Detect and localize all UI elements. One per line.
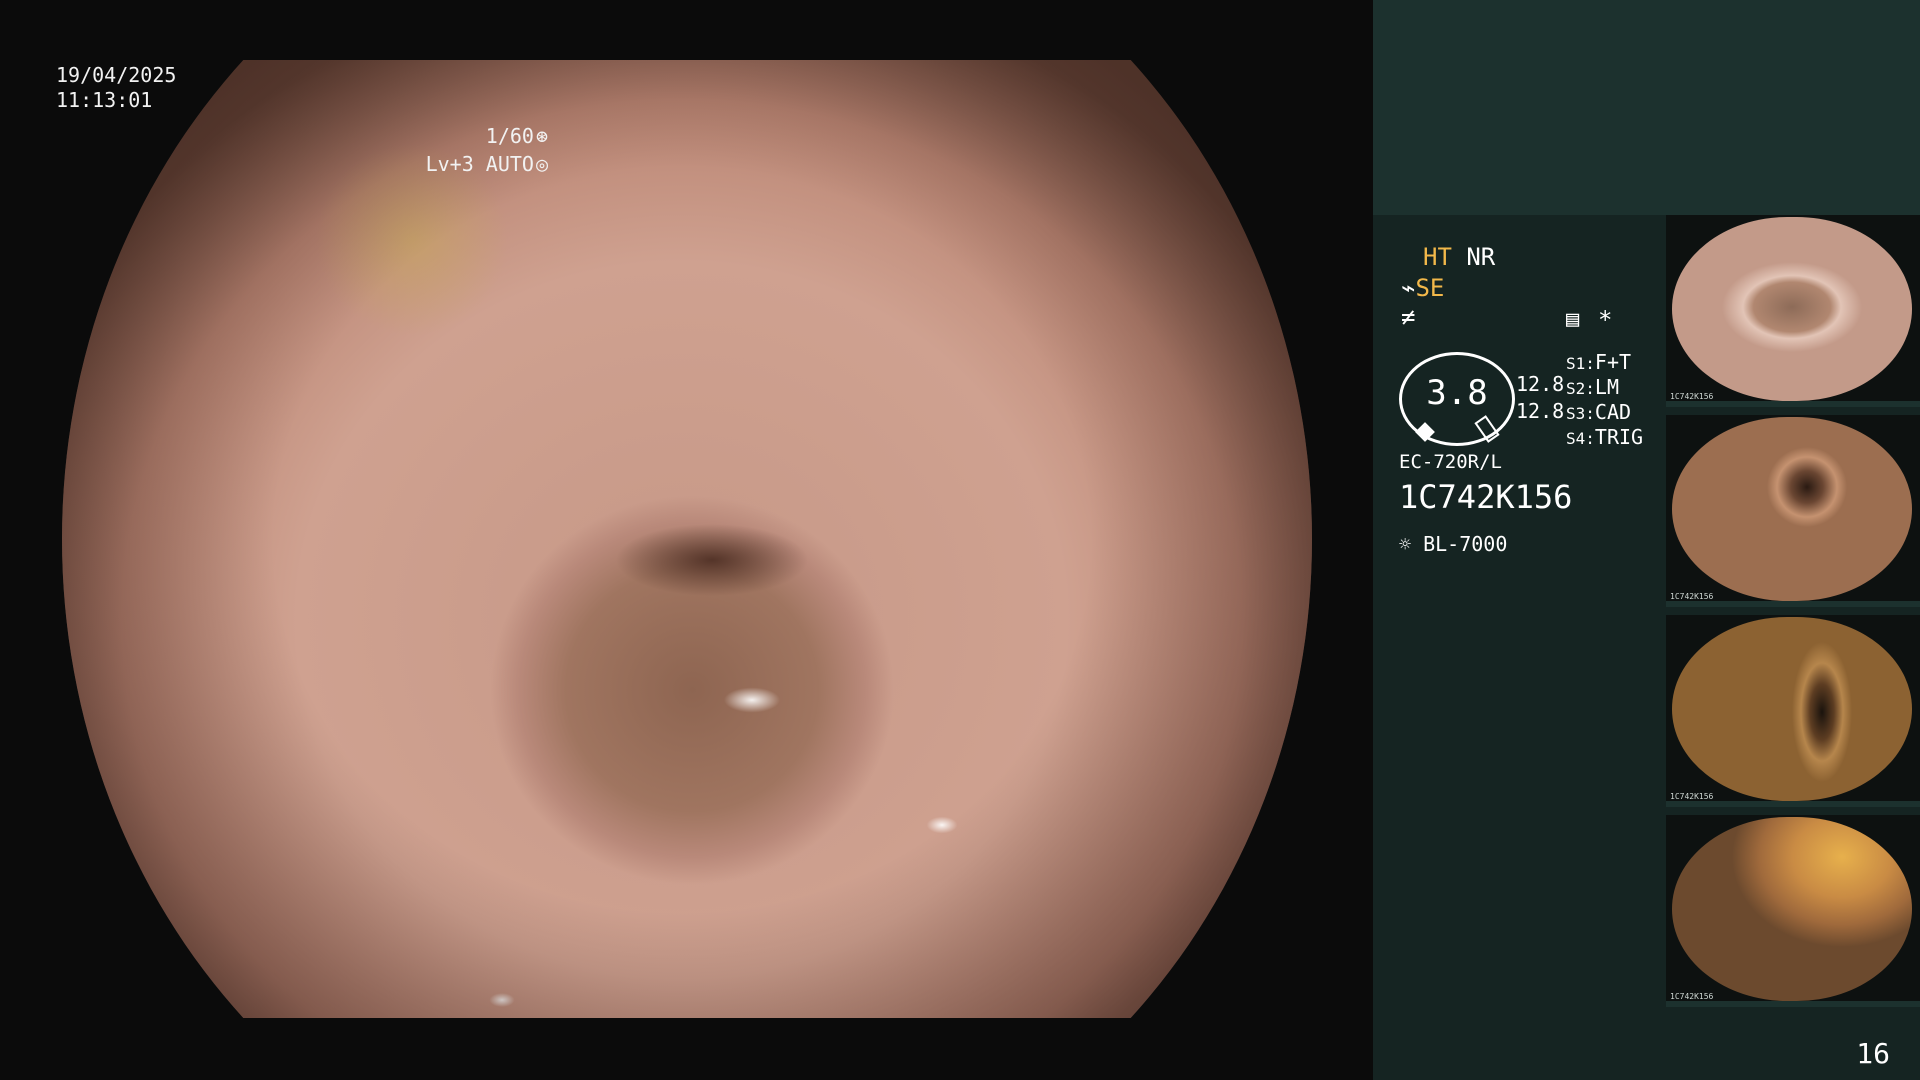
page-number: 16: [1856, 1037, 1890, 1070]
thumbnail-footer: [1666, 401, 1920, 407]
left-value-1: 12.8: [1516, 372, 1565, 396]
level-value: Lv+3 AUTO: [425, 152, 534, 176]
left-value-2: 12.8: [1516, 399, 1565, 423]
switch-label: S4:: [1566, 429, 1595, 448]
switch-label: S2:: [1566, 379, 1595, 398]
mode-se: SE: [1415, 274, 1445, 302]
thumbnail-image: [1672, 217, 1912, 401]
gauge-ring: 3.8: [1399, 352, 1515, 446]
side-panel: HT NR ⌁SE ≠ ▤ * 3.8 12.8 12.8 S1:F+T S2:…: [1373, 0, 1920, 1080]
thumbnail-footer: [1666, 601, 1920, 607]
thumbnail-image: [1672, 417, 1912, 601]
thumbnail[interactable]: 1C742K156: [1666, 415, 1920, 607]
scope-model: EC-720R/L: [1399, 451, 1502, 473]
switch-value: LM: [1594, 375, 1619, 399]
list-icon: ▤: [1566, 307, 1580, 332]
switch-label: S3:: [1566, 404, 1595, 423]
sun-icon: ☼: [1399, 532, 1412, 556]
thumbnail-footer: [1666, 1001, 1920, 1007]
thumbnail-strip: 1C742K156 1C742K156 1C742K156 1C742K156: [1666, 215, 1920, 1015]
capture-time: 11:13:01: [56, 88, 153, 112]
gauge-right-marker-icon: [1474, 415, 1500, 443]
gauge-left-marker-icon: [1415, 422, 1435, 442]
squiggle-icon: ⌁: [1401, 274, 1416, 302]
thumbnail-image: [1672, 617, 1912, 801]
thumbnail[interactable]: 1C742K156: [1666, 215, 1920, 407]
mode-ht: HT: [1423, 243, 1452, 271]
light-source-label: BL-7000: [1423, 532, 1508, 556]
mode-row-1: HT NR: [1423, 243, 1495, 271]
light-source: ☼ BL-7000: [1399, 530, 1507, 558]
thumbnail-caption: 1C742K156: [1670, 792, 1714, 801]
thumbnail-caption: 1C742K156: [1670, 992, 1714, 1001]
thumbnail-footer: [1666, 801, 1920, 807]
thumbnail-caption: 1C742K156: [1670, 392, 1714, 401]
thumbnail-caption: 1C742K156: [1670, 592, 1714, 601]
iris-icon: ◎: [535, 152, 548, 176]
mode-row-2: ⌁SE: [1401, 274, 1444, 302]
switch-value: CAD: [1594, 400, 1632, 424]
mode-nr: NR: [1466, 243, 1496, 271]
thumbnail-image: [1672, 817, 1912, 1001]
switch-value: TRIG: [1594, 425, 1644, 449]
endoscopic-image-vignette: [62, 60, 1312, 1018]
switch-value: F+T: [1594, 350, 1632, 374]
capture-date: 19/04/2025: [56, 63, 177, 87]
brightness-level: Lv+3 AUTO ◎: [377, 127, 548, 202]
gauge-value: 3.8: [1426, 373, 1488, 413]
switch-s4: S4:TRIG: [1566, 423, 1643, 453]
asterisk-indicator: *: [1598, 306, 1613, 334]
thumbnail[interactable]: 1C742K156: [1666, 815, 1920, 1007]
scope-serial: 1C742K156: [1399, 478, 1573, 516]
panel-header: [1373, 0, 1920, 215]
thumbnail[interactable]: 1C742K156: [1666, 615, 1920, 807]
endoscope-view: 19/04/2025 11:13:01 1/60 ⊛ Lv+3 AUTO ◎: [0, 0, 1373, 1080]
not-equal-icon: ≠: [1401, 303, 1416, 331]
switch-label: S1:: [1566, 354, 1595, 373]
